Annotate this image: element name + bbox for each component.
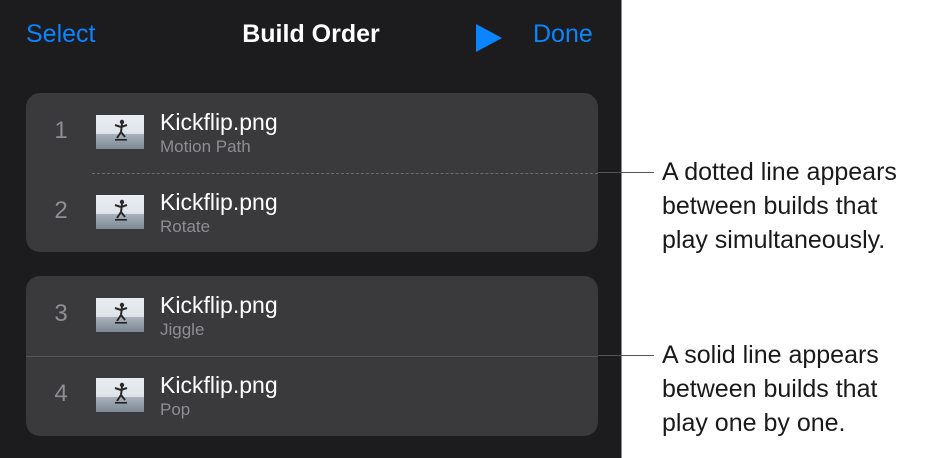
kickflip-thumbnail [96, 195, 144, 229]
file-name: Kickflip.png [160, 292, 278, 318]
callout-line: between builds that [662, 192, 878, 220]
build-row-4[interactable]: 4 Kickflip.png Pop [26, 356, 598, 436]
done-button[interactable]: Done [533, 20, 593, 49]
build-number: 4 [54, 380, 68, 407]
play-icon[interactable] [474, 23, 504, 53]
build-row-2[interactable]: 2 Kickflip.png Rotate [26, 173, 598, 253]
dotted-callout-leader [598, 172, 654, 173]
play-icon-glyph [476, 24, 502, 52]
build-row-3[interactable]: 3 Kickflip.png Jiggle [26, 276, 598, 357]
file-name: Kickflip.png [160, 372, 278, 398]
file-name: Kickflip.png [160, 189, 278, 215]
build-number: 2 [54, 197, 68, 224]
build-row-1[interactable]: 1 Kickflip.png Motion Path [26, 93, 598, 174]
kickflip-thumbnail [96, 378, 144, 412]
build-effect: Rotate [160, 217, 211, 236]
callout-line: play one by one. [662, 409, 846, 437]
kickflip-thumbnail [96, 298, 144, 332]
skater-image [114, 119, 128, 141]
build-group-1: 1 Kickflip.png Motion Path 2 Kickflip.pn… [26, 93, 598, 252]
solid-callout-leader [598, 355, 654, 356]
build-effect: Motion Path [160, 137, 251, 156]
build-group-2: 3 Kickflip.png Jiggle 4 Kickflip.png Pop [26, 276, 598, 436]
callout-line: play simultaneously. [662, 226, 886, 254]
build-effect: Jiggle [160, 320, 205, 339]
build-order-panel: Select Build Order Done 1 Kickflip.png M… [0, 0, 622, 458]
select-button[interactable]: Select [26, 20, 95, 49]
kickflip-thumbnail [96, 115, 144, 149]
skater-image [114, 382, 128, 404]
build-number: 3 [54, 300, 68, 327]
callout-line: between builds that [662, 375, 878, 403]
solid-line-callout: A solid line appears between builds that… [662, 338, 942, 440]
skater-image [114, 302, 128, 324]
skater-image [114, 199, 128, 221]
callout-line: A solid line appears [662, 341, 879, 369]
build-number: 1 [54, 117, 68, 144]
callout-line: A dotted line appears [662, 158, 897, 186]
build-effect: Pop [160, 400, 191, 419]
dotted-line-callout: A dotted line appears between builds tha… [662, 155, 942, 257]
file-name: Kickflip.png [160, 109, 278, 135]
